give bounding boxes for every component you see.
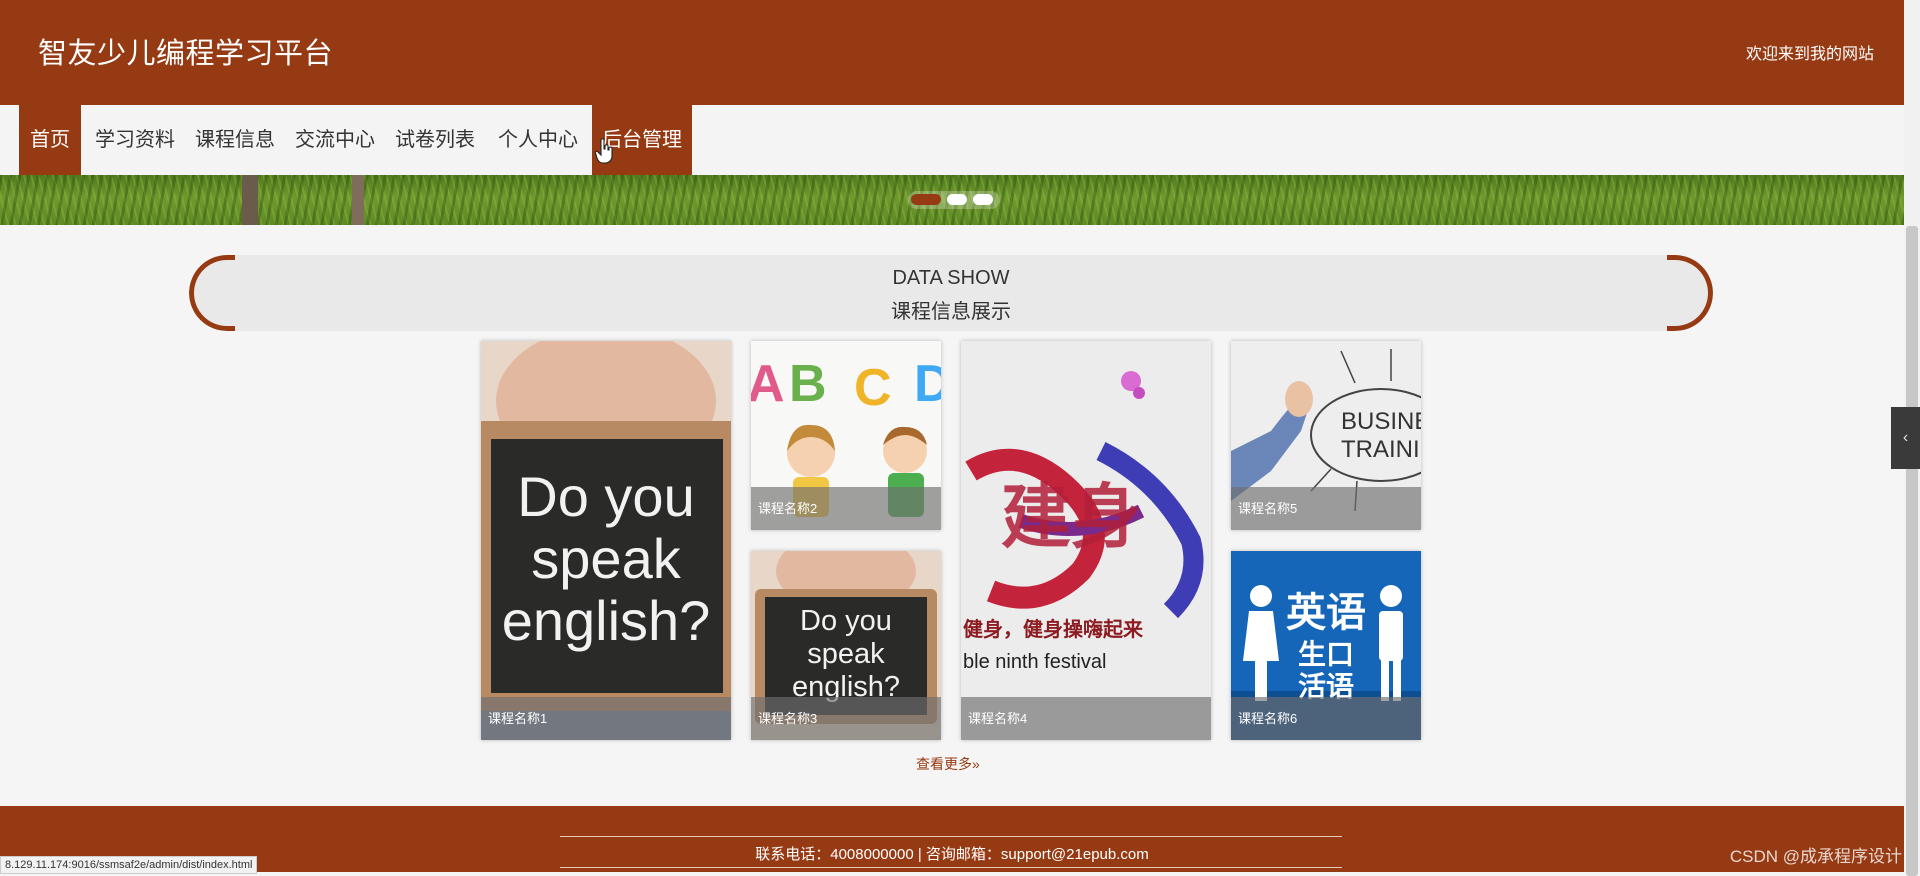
course-image-text: Do you <box>800 605 892 637</box>
course-image-text: C <box>854 359 892 417</box>
course-name: 课程名称1 <box>481 697 731 740</box>
course-image-text: A <box>751 355 785 413</box>
carousel-dot-3[interactable] <box>973 194 993 205</box>
course-card[interactable]: A B C D 课程名称2 <box>751 341 941 530</box>
course-image: Do you speak english? <box>481 341 731 740</box>
course-image-text: speak <box>531 527 681 590</box>
carousel-dot-1[interactable] <box>911 194 941 205</box>
status-bar-url: 8.129.11.174:9016/ssmsaf2e/admin/dist/in… <box>0 856 258 874</box>
main-nav: 首页 学习资料 课程信息 交流中心 试卷列表 个人中心 后台管理 <box>0 105 1904 175</box>
nav-item-forum[interactable]: 交流中心 <box>290 105 380 175</box>
course-image-text: speak <box>807 638 885 670</box>
site-footer: 联系电话：4008000000 | 咨询邮箱：support@21epub.co… <box>0 806 1904 872</box>
nav-item-course-info[interactable]: 课程信息 <box>190 105 280 175</box>
nav-item-home[interactable]: 首页 <box>19 105 81 175</box>
site-header: 智友少儿编程学习平台 欢迎来到我的网站 <box>0 0 1904 105</box>
course-image-text: D <box>914 355 941 413</box>
course-image-text: Do you <box>517 465 694 528</box>
course-name: 课程名称3 <box>751 697 941 740</box>
banner-tree-trunk <box>352 175 364 225</box>
banner-tree-trunk <box>242 175 258 225</box>
site-title[interactable]: 智友少儿编程学习平台 <box>38 30 333 72</box>
footer-divider <box>560 836 1342 837</box>
welcome-text: 欢迎来到我的网站 <box>1745 46 1874 63</box>
course-image-text: TRAINING <box>1341 436 1421 463</box>
footer-divider <box>560 867 1342 868</box>
course-card[interactable]: 英语 生口 活语 课程名称6 <box>1231 551 1421 740</box>
watermark: CSDN @成承程序设计 <box>1729 847 1902 866</box>
nav-item-exam-list[interactable]: 试卷列表 <box>390 105 480 175</box>
footer-contact: 联系电话：4008000000 | 咨询邮箱：support@21epub.co… <box>755 846 1149 863</box>
view-more-label: 查看更多 <box>916 756 972 772</box>
course-image-text: B <box>789 355 827 413</box>
hand-cursor-icon <box>595 138 613 164</box>
course-image-text: BUSINESS <box>1341 408 1421 435</box>
course-image-text: 健身，健身操嗨起来 <box>963 617 1144 641</box>
nav-item-study-materials[interactable]: 学习资料 <box>90 105 180 175</box>
course-image: 建身 健身，健身操嗨起来 ble ninth festival <box>961 341 1211 740</box>
carousel-dots <box>908 191 1000 209</box>
banner-carousel[interactable] <box>0 175 1904 225</box>
course-image-text: 英语 <box>1286 590 1366 636</box>
course-image-text: 建身 <box>1001 475 1141 558</box>
side-panel-toggle[interactable]: ‹ <box>1891 407 1920 469</box>
course-image-text: english? <box>502 589 711 652</box>
course-image-text: ble ninth festival <box>963 651 1106 673</box>
double-chevron-right-icon: » <box>972 756 980 772</box>
course-name: 课程名称6 <box>1231 697 1421 740</box>
course-name: 课程名称5 <box>1231 487 1421 530</box>
chevron-left-icon: ‹ <box>1902 429 1909 446</box>
course-card[interactable]: BUSINESS TRAINING 课程名称5 <box>1231 341 1421 530</box>
nav-item-personal-center[interactable]: 个人中心 <box>493 105 583 175</box>
carousel-dot-2[interactable] <box>947 194 967 205</box>
section-title-en: DATA SHOW <box>892 267 1010 289</box>
course-name: 课程名称4 <box>961 697 1211 740</box>
section-title-cn: 课程信息展示 <box>891 301 1011 323</box>
scrollbar-thumb[interactable] <box>1906 226 1918 876</box>
course-card[interactable]: 建身 健身，健身操嗨起来 ble ninth festival 课程名称4 <box>961 341 1211 740</box>
section-heading: DATA SHOW 课程信息展示 <box>189 255 1713 331</box>
course-card[interactable]: Do you speak english? 课程名称1 <box>481 341 731 740</box>
view-more-link[interactable]: 查看更多» <box>916 754 980 774</box>
course-image-text: 生口 <box>1298 638 1354 671</box>
course-card[interactable]: Do you speak english? 课程名称3 <box>751 551 941 740</box>
course-name: 课程名称2 <box>751 487 941 530</box>
